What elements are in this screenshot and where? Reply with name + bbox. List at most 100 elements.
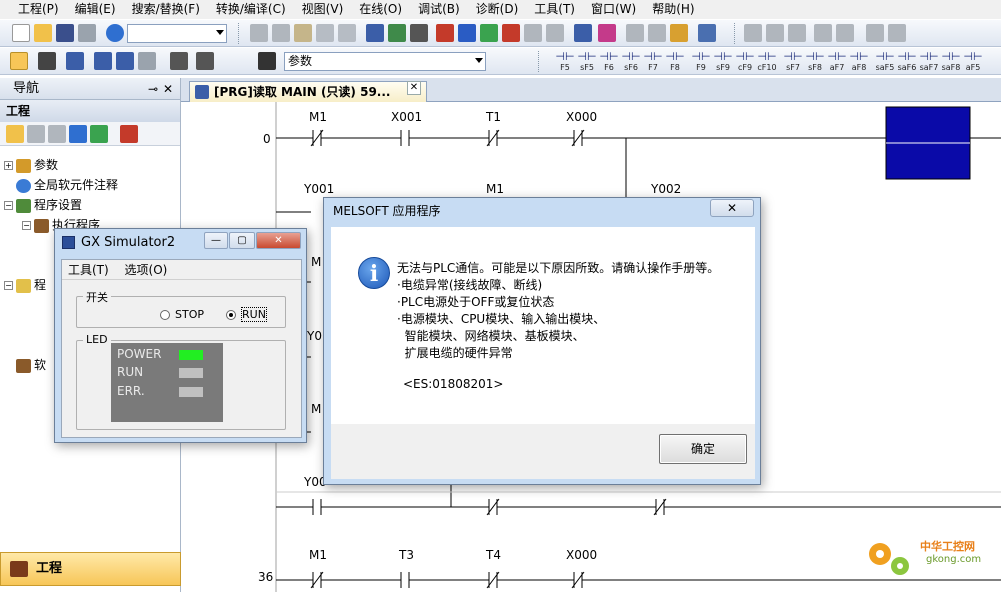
navigation-toggle-icon[interactable] [10,52,28,70]
fkey-af8[interactable]: ⊣⊢ aF8 [849,51,869,73]
tree-item-global-comment[interactable]: 全局软元件注释 [16,176,118,193]
tree-item-device[interactable]: 软 [16,356,46,373]
display-icon[interactable] [698,24,716,42]
simulator-titlebar[interactable]: GX Simulator2 — ▢ ✕ [55,229,306,256]
vertical-line-icon[interactable] [836,24,854,42]
device-m1[interactable]: M1 [309,110,327,124]
menu-tools[interactable]: 工具(T) [526,0,583,19]
fkey-f5[interactable]: ⊣⊢ F5 [555,51,575,73]
device-y002[interactable]: Y002 [651,182,681,196]
device-m-partial-2[interactable]: M [311,402,321,416]
fkey-sf9[interactable]: ⊣⊢ sF9 [713,51,733,73]
undo-icon[interactable] [316,24,334,42]
remote-op-icon[interactable] [502,24,520,42]
run-radio[interactable]: RUN [226,307,267,322]
monitor-stop-icon[interactable] [546,24,564,42]
simulation-icon[interactable] [598,24,616,42]
paste-data-icon[interactable] [48,125,66,143]
tab-main-program[interactable]: [PRG]读取 MAIN (只读) 59... [189,81,427,102]
maximize-button[interactable]: ▢ [229,232,255,249]
close-icon[interactable]: ✕ [163,78,173,100]
menu-diagnostics[interactable]: 诊断(D) [468,0,527,19]
tree-item-parameter[interactable]: + 参数 [4,156,58,173]
toolbar-combo-1[interactable] [127,24,227,43]
fkey-af5[interactable]: ⊣⊢ aF5 [963,51,983,73]
simulator-close-button[interactable]: ✕ [256,232,301,249]
device-m1-b[interactable]: M1 [486,182,504,196]
tree-item-program-settings[interactable]: − 程序设置 [4,196,82,213]
monitor-start-icon[interactable] [524,24,542,42]
fkey-f8[interactable]: ⊣⊢ F8 [665,51,685,73]
new-data-icon[interactable] [6,125,24,143]
print-icon[interactable] [78,24,96,42]
device-batch-icon[interactable] [388,24,406,42]
menu-debug[interactable]: 调试(B) [410,0,468,19]
sort-icon[interactable] [120,125,138,143]
monitor-icon[interactable] [410,24,428,42]
fkey-sf7[interactable]: ⊣⊢ sF7 [783,51,803,73]
copy-data-icon[interactable] [27,125,45,143]
toolbar-grip-2[interactable] [734,23,737,44]
fkey-f7[interactable]: ⊣⊢ F7 [643,51,663,73]
coil-icon[interactable] [766,24,784,42]
binoculars-icon[interactable] [258,52,276,70]
tree-item-program[interactable]: − 程 [4,276,46,293]
dialog-titlebar[interactable]: MELSOFT 应用程序 ✕ [324,198,760,225]
sim-menu-options[interactable]: 选项(O) [119,263,174,277]
project-view-button[interactable]: 工程 [0,552,181,586]
menu-convert-compile[interactable]: 转换/编译(C) [208,0,294,19]
verify-plc-icon[interactable] [480,24,498,42]
pin-icon[interactable]: ⊸ [148,78,158,100]
comment-icon[interactable] [626,24,644,42]
menu-window[interactable]: 窗口(W) [583,0,644,19]
fkey-cf10[interactable]: ⊣⊢ cF10 [757,51,777,73]
refresh-icon[interactable] [90,125,108,143]
property-icon[interactable] [69,125,87,143]
device-t1[interactable]: T1 [486,110,501,124]
device-x001[interactable]: X001 [391,110,422,124]
menu-help[interactable]: 帮助(H) [644,0,702,19]
line-icon[interactable] [814,24,832,42]
menu-find-replace[interactable]: 搜索/替换(F) [124,0,208,19]
read-plc-icon[interactable] [458,24,476,42]
tab-close-icon[interactable]: ✕ [407,81,421,95]
dialog-close-button[interactable]: ✕ [710,199,754,217]
open-folder-icon[interactable] [34,24,52,42]
toolbar-grip-3[interactable] [538,51,541,72]
toolbar-grip[interactable] [238,23,241,44]
device-list-icon[interactable] [366,24,384,42]
device-t3[interactable]: T3 [399,548,414,562]
branch-icon[interactable] [788,24,806,42]
dev-icon-1[interactable] [94,52,112,70]
fkey-saf8[interactable]: ⊣⊢ saF8 [941,51,961,73]
device-y001[interactable]: Y001 [304,182,334,196]
contact-icon[interactable] [744,24,762,42]
fkey-f6[interactable]: ⊣⊢ F6 [599,51,619,73]
device-m1-c[interactable]: M1 [309,548,327,562]
ladder-sym2-icon[interactable] [888,24,906,42]
find-device-icon[interactable] [196,52,214,70]
write-plc-icon[interactable] [436,24,454,42]
stop-radio[interactable]: STOP [160,308,204,321]
menu-edit[interactable]: 编辑(E) [67,0,124,19]
dev-icon-2[interactable] [116,52,134,70]
fkey-sf8[interactable]: ⊣⊢ sF8 [805,51,825,73]
fkey-sf6[interactable]: ⊣⊢ sF6 [621,51,641,73]
menu-view[interactable]: 视图(V) [294,0,352,19]
watch-icon[interactable] [170,52,188,70]
cut-icon[interactable] [250,24,268,42]
menu-online[interactable]: 在线(O) [351,0,410,19]
fkey-cf9[interactable]: ⊣⊢ cF9 [735,51,755,73]
device-x000-b[interactable]: X000 [566,548,597,562]
minimize-button[interactable]: — [204,232,228,249]
device-test-icon[interactable] [574,24,592,42]
module-icon[interactable] [38,52,56,70]
search-combo[interactable]: 参数 [284,52,486,71]
fkey-saf5[interactable]: ⊣⊢ saF5 [875,51,895,73]
note-icon[interactable] [670,24,688,42]
paste-icon[interactable] [294,24,312,42]
fkey-sf5[interactable]: ⊣⊢ sF5 [577,51,597,73]
fkey-saf7[interactable]: ⊣⊢ saF7 [919,51,939,73]
redo-icon[interactable] [338,24,356,42]
copy-icon[interactable] [272,24,290,42]
